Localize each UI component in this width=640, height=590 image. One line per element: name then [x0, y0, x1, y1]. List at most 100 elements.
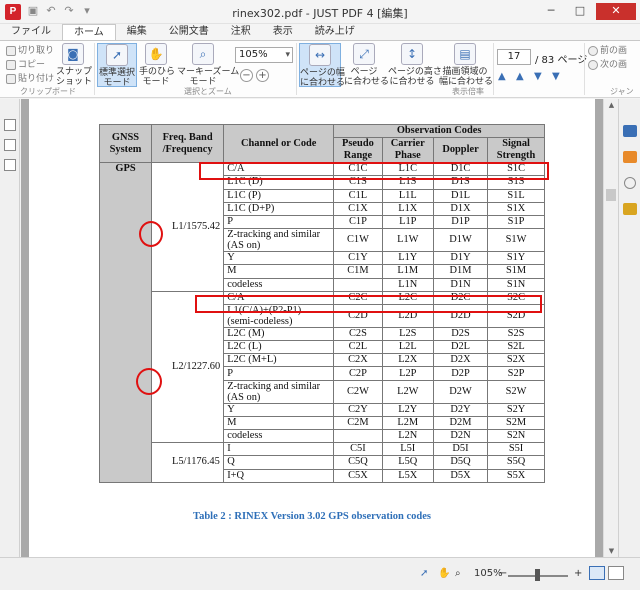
next-page-icon[interactable]: ▼	[534, 71, 542, 82]
copy-button[interactable]: コピー	[6, 59, 45, 71]
code-cell: L2S	[381, 326, 434, 342]
left-panel	[0, 99, 20, 557]
fit-width-button[interactable]: ↔ ページの幅 に合わせる	[299, 43, 345, 88]
channel-cell: codeless	[223, 428, 335, 444]
marquee-zoom-button[interactable]: ⌕ マーキーズーム モード	[177, 43, 239, 87]
prev-page-icon[interactable]: ▲	[516, 71, 524, 82]
select-mode-icon[interactable]: ➚	[420, 568, 428, 579]
code-cell: L2N	[381, 428, 434, 444]
code-cell: S2L	[487, 340, 545, 355]
code-cell: L1N	[381, 277, 434, 292]
code-cell: D2L	[432, 340, 489, 355]
jump-group-label: ジャン	[610, 87, 634, 96]
display-ratio-group-label: 表示倍率	[452, 87, 484, 96]
channel-cell: M	[223, 415, 335, 431]
code-cell: S2Y	[487, 402, 545, 417]
next-view-button[interactable]: 次の画	[588, 59, 627, 71]
tab-file[interactable]: ファイル	[0, 24, 62, 40]
scroll-down-icon[interactable]: ▼	[604, 547, 619, 555]
fit-page-button[interactable]: ⤢ ページ に合わせる	[344, 43, 389, 87]
scissors-icon	[6, 46, 16, 56]
code-cell: L5X	[381, 468, 434, 483]
standard-select-mode-button[interactable]: ➚ 標準選択 モード	[97, 43, 137, 88]
maximize-button[interactable]: □	[567, 3, 593, 20]
channel-cell: Y	[223, 251, 335, 266]
status-zoom-in-button[interactable]: +	[574, 568, 582, 579]
zoom-in-button[interactable]: +	[256, 69, 269, 82]
thumbnails-icon[interactable]	[3, 119, 16, 131]
code-cell: D1M	[432, 264, 489, 279]
code-cell: S2N	[487, 428, 545, 444]
code-cell: L1L	[381, 188, 434, 203]
tab-edit[interactable]: 編集	[116, 24, 158, 40]
snapshot-button[interactable]: ◙ スナップ ショット	[56, 43, 92, 87]
band-cell: L5/1176.45	[150, 442, 225, 483]
attachments-icon[interactable]	[3, 159, 16, 171]
tools-icon[interactable]	[622, 203, 637, 215]
code-cell: S2P	[487, 366, 545, 381]
code-cell: C2W	[333, 379, 383, 404]
code-cell: D1L	[432, 188, 489, 203]
tab-home[interactable]: ホーム	[62, 24, 116, 40]
code-cell: D1W	[432, 228, 489, 253]
tab-view[interactable]: 表示	[262, 24, 304, 40]
code-cell: S2S	[487, 326, 545, 342]
code-cell: D1X	[432, 201, 489, 216]
header-pseudo-range: Pseudo Range	[333, 137, 383, 164]
hand-mode-button[interactable]: ✋ 手のひら モード	[139, 43, 175, 87]
minimize-button[interactable]: ─	[538, 3, 564, 20]
tab-read-aloud[interactable]: 読み上げ	[304, 24, 366, 40]
prev-view-button[interactable]: 前の画	[588, 45, 627, 57]
table-caption: Table 2 : RINEX Version 3.02 GPS observa…	[193, 511, 431, 522]
zoom-out-button[interactable]: −	[240, 69, 253, 82]
stamp-icon[interactable]	[622, 151, 637, 163]
fit-height-button[interactable]: ↕ ページの高さ に合わせる	[388, 43, 442, 87]
search-icon[interactable]	[623, 177, 636, 189]
code-cell: D2M	[432, 415, 489, 431]
code-cell: D5Q	[432, 455, 489, 470]
status-zoom-out-button[interactable]: −	[499, 568, 507, 579]
code-cell: S5X	[487, 468, 545, 483]
channel-cell: Y	[223, 402, 335, 417]
channel-cell: Z-tracking and similar (AS on)	[223, 228, 335, 253]
first-page-icon[interactable]: ▲	[498, 71, 506, 82]
hand-mode-icon[interactable]: ✋	[438, 568, 450, 579]
code-cell: D1P	[432, 214, 489, 230]
code-cell: D1N	[432, 277, 489, 292]
document-view[interactable]: GNSS System Freq. Band /Frequency Channe…	[21, 99, 603, 557]
status-fit-width-button[interactable]	[589, 566, 605, 580]
zoom-slider-handle[interactable]	[535, 569, 540, 581]
code-cell: D2S	[432, 326, 489, 342]
zoom-level-select[interactable]: 105%	[235, 47, 293, 63]
fit-drawing-width-button[interactable]: ▤ 描画領域の 幅に合わせる	[439, 43, 493, 87]
code-cell: L1Y	[381, 251, 434, 266]
properties-icon[interactable]	[622, 125, 637, 137]
code-cell: C1P	[333, 214, 383, 230]
vertical-scrollbar[interactable]: ▲ ▼	[603, 99, 618, 557]
close-button[interactable]: ✕	[596, 3, 636, 20]
ribbon-separator	[584, 43, 585, 95]
tab-publish[interactable]: 公開文書	[158, 24, 220, 40]
code-cell: D2Y	[432, 402, 489, 417]
code-cell: C1L	[333, 188, 383, 203]
scroll-thumb[interactable]	[606, 189, 616, 201]
bookmarks-icon[interactable]	[3, 139, 16, 151]
channel-cell: L2C (M+L)	[223, 353, 335, 368]
channel-cell: Z-tracking and similar (AS on)	[223, 379, 335, 404]
marquee-icon[interactable]: ⌕	[455, 568, 461, 579]
status-fit-page-button[interactable]	[608, 566, 624, 580]
table-row: L5/1176.45 I C5I L5I D5I S5I	[100, 442, 545, 483]
cut-button[interactable]: 切り取り	[6, 45, 54, 57]
code-cell: D1Y	[432, 251, 489, 266]
paste-button[interactable]: 貼り付け	[6, 73, 54, 85]
code-cell: S1N	[487, 277, 545, 292]
right-panel	[618, 99, 640, 557]
channel-cell: I	[223, 442, 335, 457]
channel-cell: codeless	[223, 277, 335, 292]
header-system: GNSS System	[99, 123, 152, 164]
tab-annotate[interactable]: 注釈	[220, 24, 262, 40]
last-page-icon[interactable]: ▼	[552, 71, 560, 82]
page-number-input[interactable]: 17	[497, 49, 531, 65]
scroll-up-icon[interactable]: ▲	[604, 101, 619, 109]
code-cell: S1W	[487, 228, 545, 253]
